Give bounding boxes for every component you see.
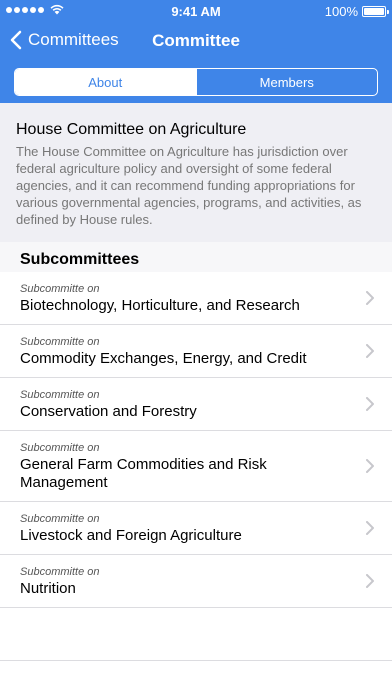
page-title: Committee [152, 31, 240, 50]
subcommittee-name: Biotechnology, Horticulture, and Researc… [20, 297, 300, 314]
subcommittee-list: Subcommitte on Biotechnology, Horticultu… [0, 272, 392, 661]
committee-info: House Committee on Agriculture The House… [0, 103, 392, 242]
subcommittee-name: Commodity Exchanges, Energy, and Credit [20, 350, 307, 367]
subcommittee-item-nutrition[interactable]: Subcommitte on Nutrition [0, 555, 392, 608]
subcommittee-prefix: Subcommitte on [20, 336, 100, 348]
tab-about[interactable]: About [15, 69, 196, 95]
tab-members[interactable]: Members [195, 69, 378, 95]
subcommittee-name: General Farm Commodities and Risk Manage… [20, 456, 267, 491]
subcommittee-prefix: Subcommitte on [20, 389, 100, 401]
chevron-right-icon [366, 397, 374, 411]
subcommittee-prefix: Subcommitte on [20, 566, 100, 578]
nav-bar: Committees Committee [0, 22, 392, 62]
committee-description: The House Committee on Agriculture has j… [16, 144, 362, 227]
subcommittee-item-commodity-exchanges[interactable]: Subcommitte on Commodity Exchanges, Ener… [0, 325, 392, 378]
chevron-right-icon [366, 521, 374, 535]
subcommittee-item-general-farm[interactable]: Subcommitte on General Farm Commodities … [0, 431, 392, 502]
battery-status: 100% [324, 4, 389, 19]
battery-percent: 100% [324, 4, 358, 19]
header: 9:41 AM 100% Committees Committee About … [0, 0, 392, 103]
subcommittee-item-biotechnology[interactable]: Subcommitte on Biotechnology, Horticultu… [0, 272, 392, 325]
subcommittee-name: Conservation and Forestry [20, 403, 197, 420]
segmented-control: About Members [14, 68, 378, 96]
subcommittee-prefix: Subcommitte on [20, 442, 100, 454]
subcommittee-item-conservation[interactable]: Subcommitte on Conservation and Forestry [0, 378, 392, 431]
subcommittees-header: Subcommittees [0, 242, 392, 272]
subcommittee-prefix: Subcommitte on [20, 283, 100, 295]
committee-name: House Committee on Agriculture [16, 121, 247, 138]
subcommittee-prefix: Subcommitte on [20, 513, 100, 525]
chevron-right-icon [366, 344, 374, 358]
subcommittee-name: Nutrition [20, 580, 76, 597]
battery-icon [362, 6, 389, 17]
empty-row [0, 608, 392, 661]
subcommittee-name: Livestock and Foreign Agriculture [20, 527, 242, 544]
chevron-right-icon [366, 459, 374, 473]
chevron-right-icon [366, 291, 374, 305]
status-bar: 9:41 AM 100% [0, 0, 392, 22]
subcommittee-item-livestock[interactable]: Subcommitte on Livestock and Foreign Agr… [0, 502, 392, 555]
chevron-right-icon [366, 574, 374, 588]
